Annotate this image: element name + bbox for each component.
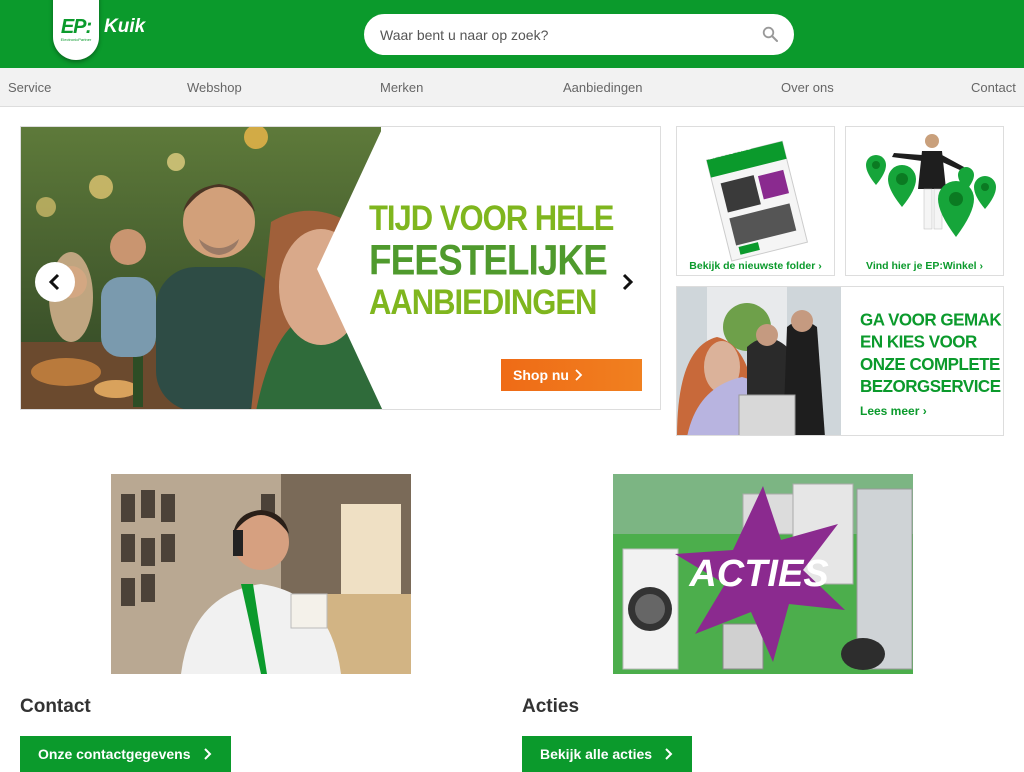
main-nav: Service Webshop Merken Aanbiedingen Over… xyxy=(0,68,1024,107)
shop-now-button[interactable]: Shop nu xyxy=(501,359,642,391)
chevron-right-icon xyxy=(203,748,211,760)
acties-title: Acties xyxy=(522,696,580,717)
chevron-right-icon xyxy=(622,273,634,291)
chevron-right-icon xyxy=(575,369,583,381)
hero-headline: TIJD VOOR HELE FEESTELIJKE AANBIEDINGEN xyxy=(369,197,629,320)
delivery-line-1: GA VOOR GEMAK xyxy=(860,309,1002,330)
folder-caption: Bekijk de nieuwste folder › xyxy=(677,260,834,272)
carousel-next-button[interactable] xyxy=(607,262,647,302)
search-bar xyxy=(364,14,794,55)
read-more-text: Lees meer xyxy=(860,404,920,418)
hero-carousel[interactable]: TIJD VOOR HELE FEESTELIJKE AANBIEDINGEN … xyxy=(20,126,661,410)
acties-image-label: ACTIES xyxy=(688,553,828,595)
acties-photo: ACTIES xyxy=(613,474,913,674)
delivery-image xyxy=(677,287,841,435)
delivery-line-4: BEZORGSERVICE xyxy=(860,376,1001,397)
hero-line-1: TIJD VOOR HELE xyxy=(369,197,614,238)
contact-photo xyxy=(111,474,411,674)
all-acties-button[interactable]: Bekijk alle acties xyxy=(522,736,693,772)
contact-details-button[interactable]: Onze contactgegevens xyxy=(20,736,231,772)
search-icon[interactable] xyxy=(762,26,778,42)
hero-line-2: FEESTELIJKE xyxy=(369,236,608,284)
chevron-right-icon: › xyxy=(922,404,927,418)
search-input[interactable] xyxy=(380,26,750,43)
nav-item-webshop[interactable]: Webshop xyxy=(187,80,242,95)
acties-image[interactable]: ACTIES xyxy=(613,474,913,674)
ep-logo[interactable]: EP: ElectronicPartner xyxy=(53,0,99,60)
folder-tile[interactable]: EP: ACTIES Bekijk de nieuwste folder › xyxy=(676,126,835,276)
folder-image: EP: ACTIES xyxy=(705,140,809,262)
nav-item-service[interactable]: Service xyxy=(8,80,51,95)
store-finder-caption: Vind hier je EP:Winkel › xyxy=(846,260,1003,272)
nav-item-merken[interactable]: Merken xyxy=(380,80,423,95)
carousel-prev-button[interactable] xyxy=(35,262,75,302)
store-finder-image xyxy=(866,134,996,237)
folder-caption-text: Bekijk de nieuwste folder xyxy=(689,260,816,272)
chevron-right-icon: › xyxy=(979,260,984,272)
nav-item-aanbiedingen[interactable]: Aanbiedingen xyxy=(563,80,643,95)
store-finder-caption-text: Vind hier je EP:Winkel xyxy=(866,260,977,272)
chevron-right-icon xyxy=(665,748,673,760)
all-acties-label: Bekijk alle acties xyxy=(540,746,653,762)
delivery-service-tile[interactable]: GA VOOR GEMAK EN KIES VOOR ONZE COMPLETE… xyxy=(676,286,1004,436)
contact-image[interactable] xyxy=(111,474,411,674)
store-finder-tile[interactable]: Vind hier je EP:Winkel › xyxy=(845,126,1004,276)
chevron-right-icon: › xyxy=(818,260,822,272)
contact-details-label: Onze contactgegevens xyxy=(38,746,191,762)
read-more-link[interactable]: Lees meer › xyxy=(860,404,927,418)
store-name[interactable]: Kuik xyxy=(104,16,145,38)
delivery-headline: GA VOOR GEMAK EN KIES VOOR ONZE COMPLETE… xyxy=(860,309,1002,397)
contact-title: Contact xyxy=(20,696,91,717)
nav-item-contact[interactable]: Contact xyxy=(971,80,1016,95)
site-header: EP: ElectronicPartner Kuik xyxy=(0,0,1024,68)
hero-line-3: AANBIEDINGEN xyxy=(369,281,597,322)
logo-subtext: ElectronicPartner xyxy=(60,37,92,42)
nav-item-over-ons[interactable]: Over ons xyxy=(781,80,834,95)
shop-now-label: Shop nu xyxy=(513,367,569,383)
chevron-left-icon xyxy=(48,273,60,291)
delivery-line-3: ONZE COMPLETE xyxy=(860,354,1000,374)
delivery-line-2: EN KIES VOOR xyxy=(860,332,977,352)
logo-text: EP: xyxy=(60,16,92,38)
